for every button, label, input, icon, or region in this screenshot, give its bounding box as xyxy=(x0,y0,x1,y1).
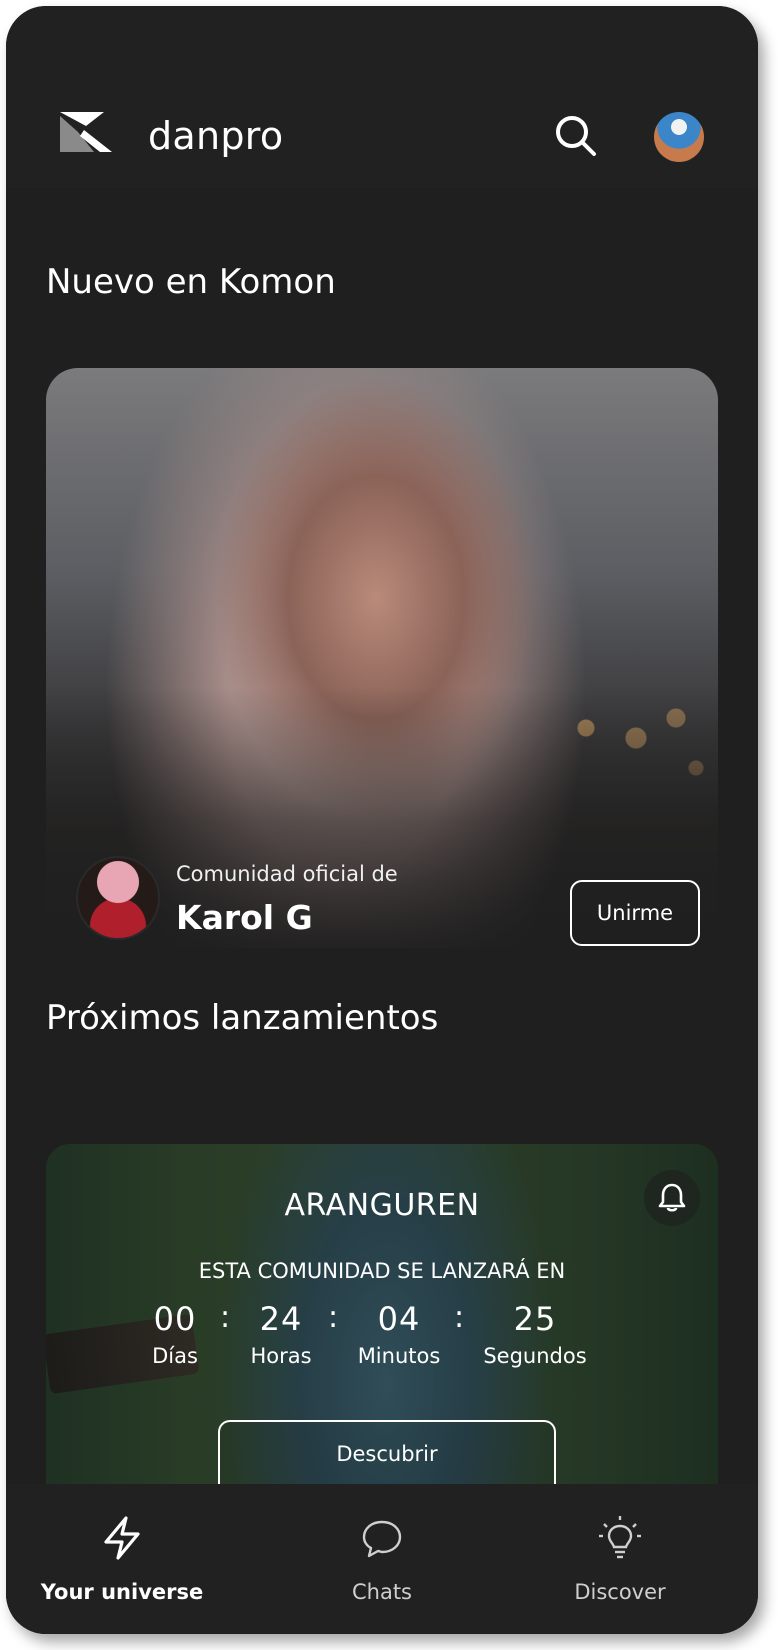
nav-item-discover[interactable]: Discover xyxy=(520,1484,720,1634)
countdown-separator: : xyxy=(454,1300,465,1335)
brand-name: danpro xyxy=(148,114,284,158)
card-gradient-overlay xyxy=(46,368,718,948)
join-button[interactable]: Unirme xyxy=(570,880,700,946)
top-bar: danpro xyxy=(6,6,758,188)
countdown-seconds: 25 Segundos xyxy=(470,1300,600,1368)
nav-label: Chats xyxy=(351,1580,413,1604)
lightbulb-icon xyxy=(599,1516,641,1559)
countdown: 00 Días : 24 Horas : 04 Minutos : 25 Seg… xyxy=(6,1300,758,1380)
section-title-new: Nuevo en Komon xyxy=(46,262,336,302)
countdown-value: 24 xyxy=(259,1300,303,1338)
bottom-navigation: Your universe Chats Discover xyxy=(6,1484,758,1634)
nav-label: Discover xyxy=(574,1580,666,1604)
artist-name: ARANGUREN xyxy=(284,1188,480,1223)
countdown-minutes: 04 Minutos xyxy=(334,1300,464,1368)
app-screen: danpro Nuevo en Komon Comunidad oficial … xyxy=(6,6,758,1634)
community-avatar xyxy=(76,856,160,940)
featured-community-card[interactable] xyxy=(46,368,718,948)
section-title-upcoming: Próximos lanzamientos xyxy=(46,998,439,1038)
countdown-value: 04 xyxy=(377,1300,421,1338)
launch-note: ESTA COMUNIDAD SE LANZARÁ EN xyxy=(198,1259,566,1283)
nav-item-chats[interactable]: Chats xyxy=(282,1484,482,1634)
kaleidoscope-logo-icon[interactable] xyxy=(60,112,112,152)
community-name: Karol G xyxy=(176,898,313,937)
search-icon[interactable] xyxy=(552,112,600,160)
nav-label: Your universe xyxy=(40,1580,204,1604)
countdown-label: Minutos xyxy=(357,1344,441,1368)
countdown-label: Horas xyxy=(250,1344,312,1368)
discover-button[interactable]: Descubrir xyxy=(218,1420,556,1486)
lightning-icon xyxy=(104,1516,140,1560)
nav-item-your-universe[interactable]: Your universe xyxy=(22,1484,222,1634)
countdown-value: 25 xyxy=(513,1300,557,1338)
community-subtitle: Comunidad oficial de xyxy=(176,862,398,886)
countdown-hours: 24 Horas xyxy=(216,1300,346,1368)
countdown-label: Segundos xyxy=(483,1344,587,1368)
chat-bubble-icon xyxy=(362,1520,402,1558)
user-avatar[interactable] xyxy=(654,112,704,162)
